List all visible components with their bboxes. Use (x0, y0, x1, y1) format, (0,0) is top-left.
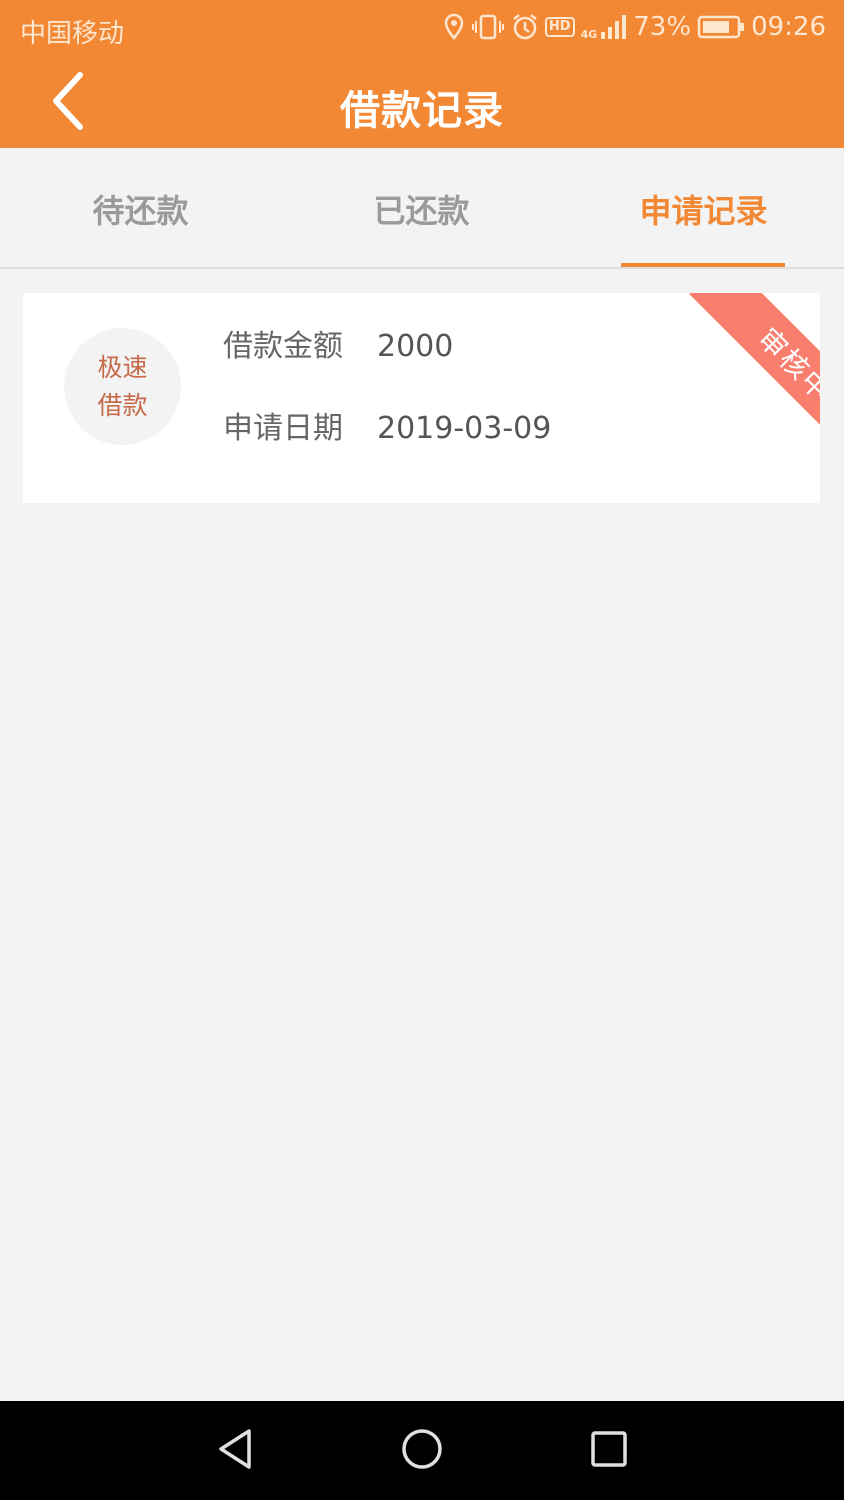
tab-bar: 待还款 已还款 申请记录 (0, 150, 844, 269)
carrier-name: 中国移动 (20, 19, 125, 49)
app-header: 中国移动 HD 4G 73% 09:26 借款记录 (0, 0, 844, 148)
amount-label: 借款金额 (223, 329, 343, 364)
location-icon (443, 13, 465, 41)
date-label: 申请日期 (223, 411, 343, 446)
amount-value: 2000 (377, 329, 454, 364)
tab-repaid[interactable]: 已还款 (281, 150, 562, 267)
battery-icon (697, 14, 745, 40)
battery-percent: 73% (633, 12, 692, 42)
tab-pending-repayment[interactable]: 待还款 (0, 150, 281, 267)
status-bar: 中国移动 HD 4G 73% 09:26 (0, 0, 844, 58)
status-ribbon: 审核中 (689, 293, 820, 471)
system-nav-bar (0, 1401, 844, 1500)
nav-home-button[interactable] (394, 1423, 450, 1479)
loan-type-line-2: 借款 (97, 390, 148, 420)
home-circle-icon (400, 1427, 444, 1475)
back-triangle-icon (215, 1427, 255, 1475)
clock-time: 09:26 (751, 12, 826, 42)
signal-icon: 4G (581, 14, 628, 40)
nav-recents-button[interactable] (581, 1423, 637, 1479)
tab-application-records[interactable]: 申请记录 (563, 150, 844, 267)
nav-back-button[interactable] (207, 1423, 263, 1479)
loan-type-line-1: 极速 (97, 352, 148, 382)
loan-record-card[interactable]: 极速 借款 借款金额 2000 申请日期 2019-03-09 审核中 (23, 293, 820, 503)
date-row: 申请日期 2019-03-09 (223, 403, 551, 447)
date-value: 2019-03-09 (377, 411, 552, 446)
vibrate-icon (471, 13, 505, 41)
page-title: 借款记录 (340, 88, 504, 134)
alarm-icon (511, 13, 539, 41)
network-type: 4G (580, 28, 598, 41)
active-tab-indicator (621, 263, 785, 267)
amount-row: 借款金额 2000 (223, 321, 453, 365)
loan-type-badge: 极速 借款 (64, 328, 181, 445)
recents-square-icon (589, 1429, 629, 1473)
hd-badge: HD (544, 17, 575, 37)
status-icons: HD 4G 73% 09:26 (443, 12, 826, 42)
